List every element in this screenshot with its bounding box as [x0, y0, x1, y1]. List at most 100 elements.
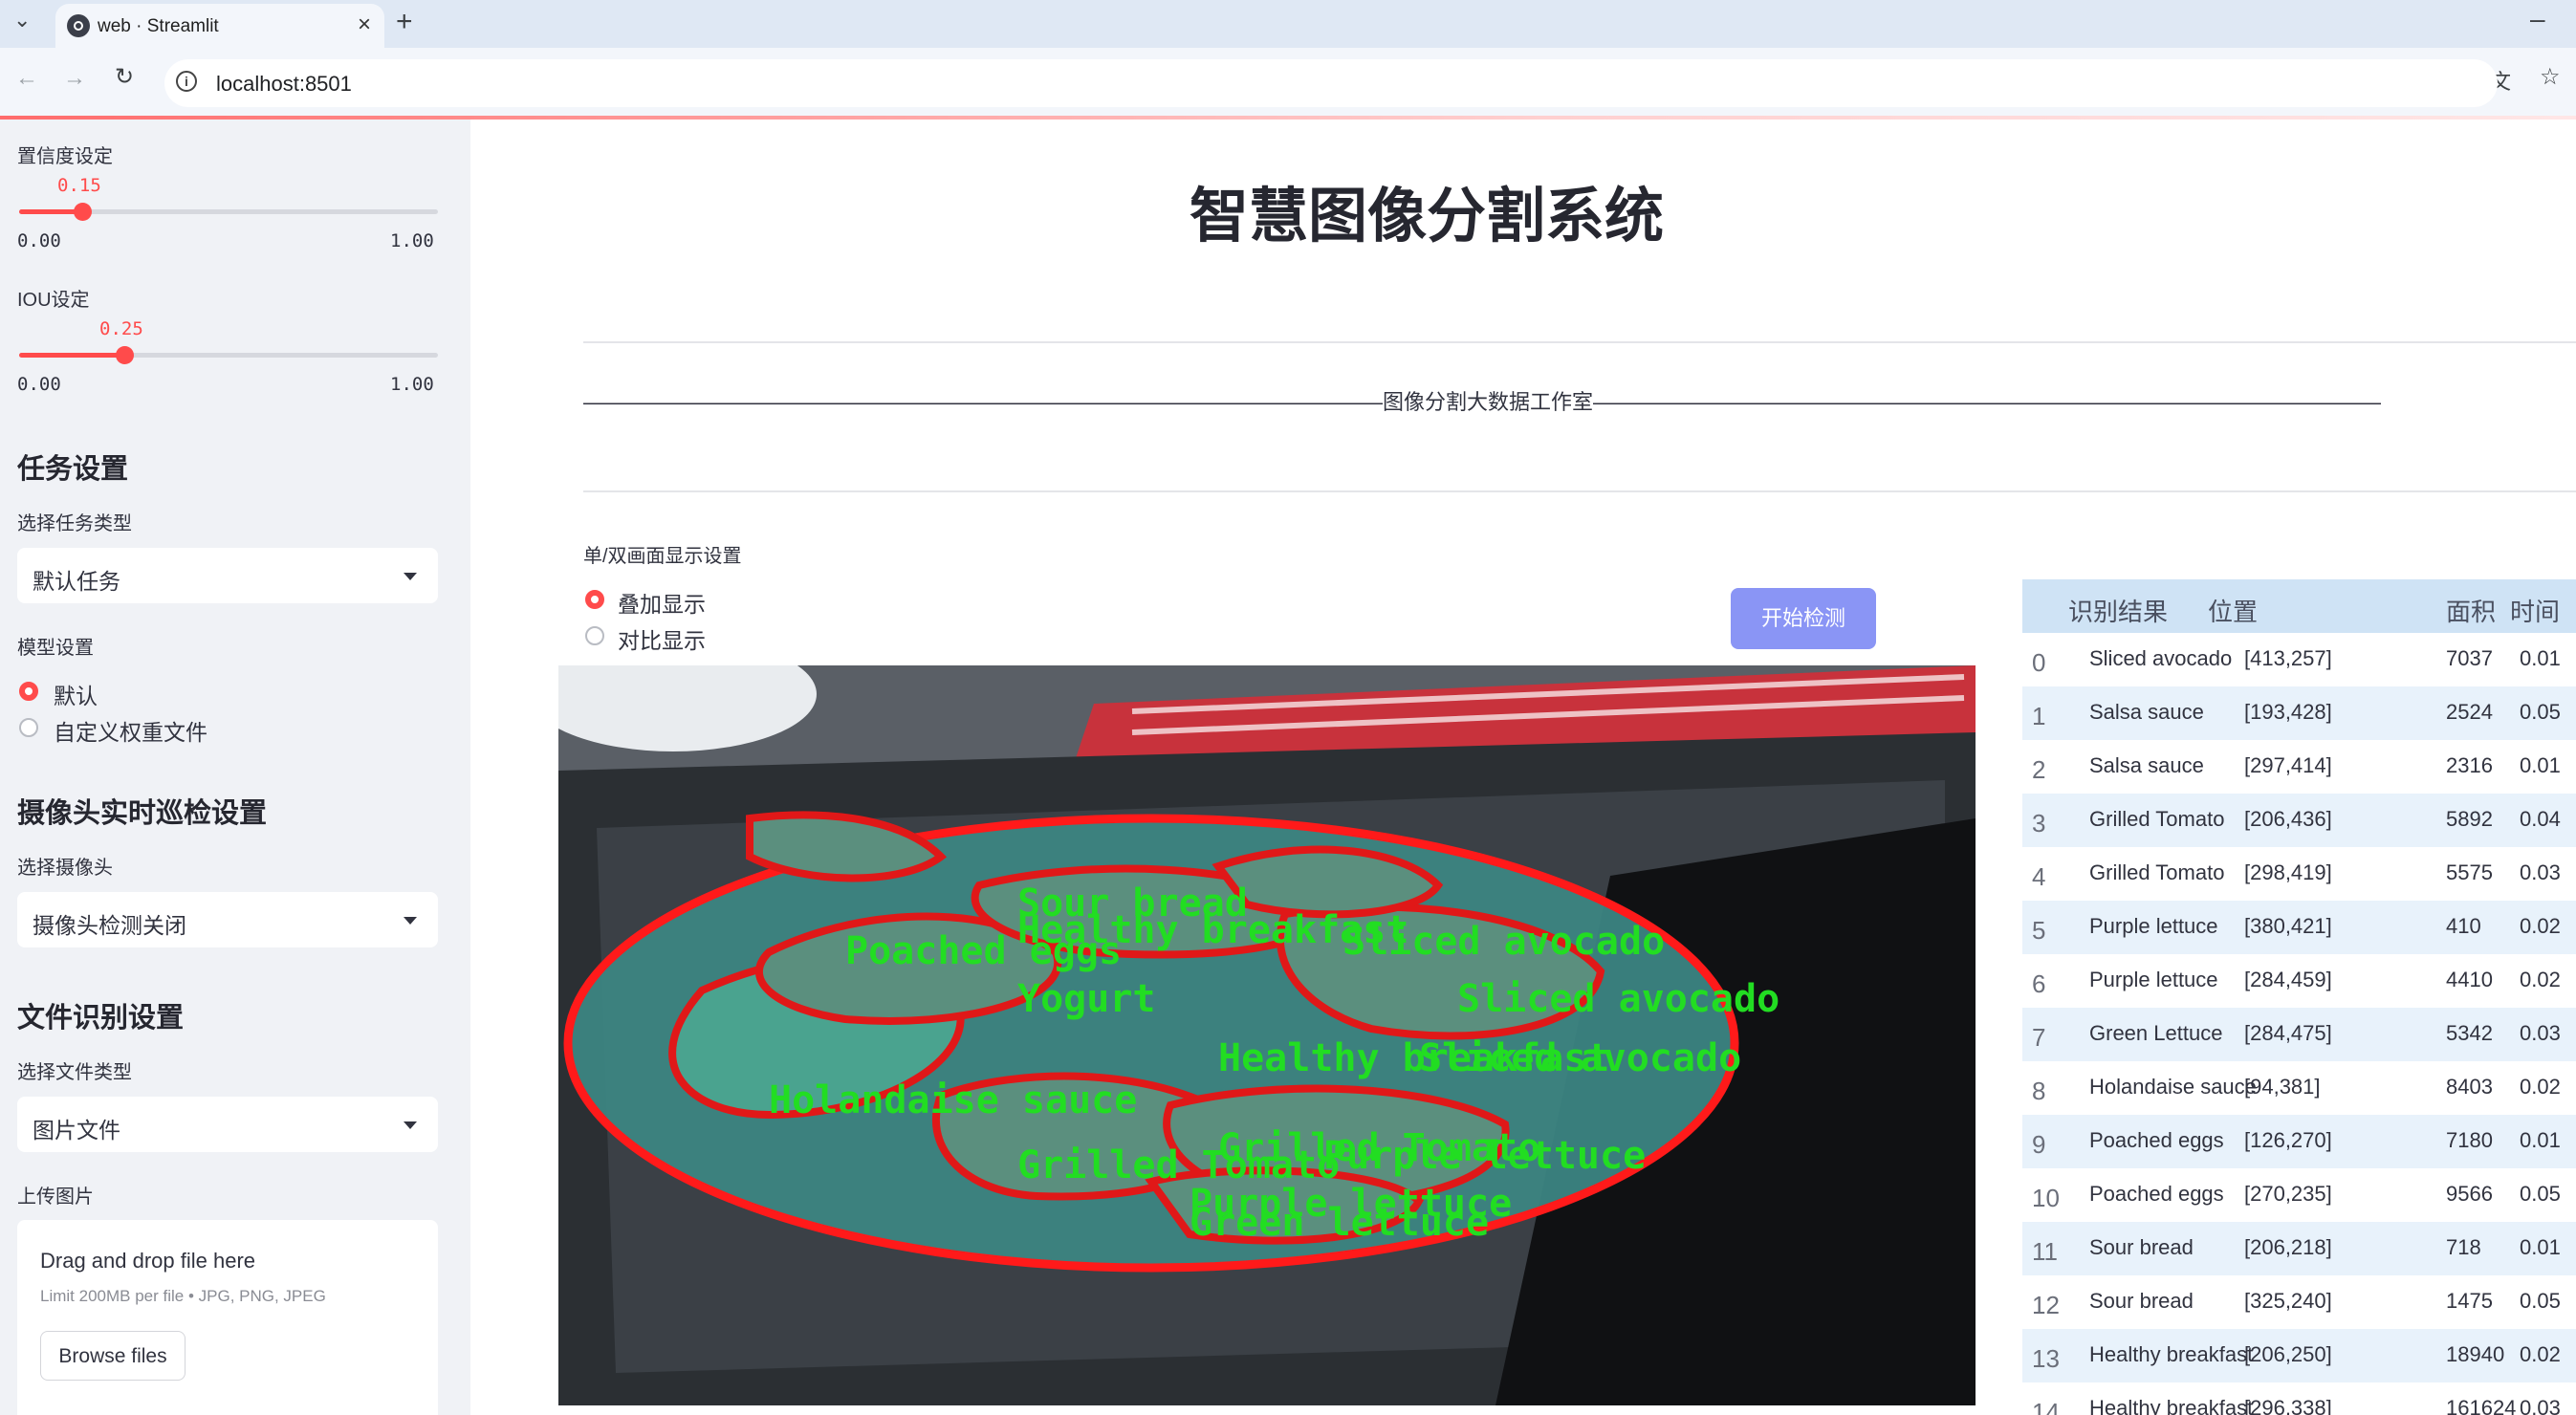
table-row[interactable]: 11 Sour bread [206,218] 718 0.01 [2022, 1222, 2576, 1275]
iou-value: 0.25 [99, 318, 143, 339]
overlay-label: Holandaise sauce [769, 1078, 1137, 1122]
row-index: 3 [2032, 809, 2046, 838]
row-index: 4 [2032, 862, 2046, 891]
row-index: 13 [2032, 1344, 2060, 1373]
table-row[interactable]: 13 Healthy breakfast [206,250] 18940 0.02 [2022, 1329, 2576, 1382]
table-row[interactable]: 4 Grilled Tomato [298,419] 5575 0.03 [2022, 847, 2576, 901]
camera-select-label: 选择摄像头 [17, 858, 113, 879]
cell-result: Healthy breakfast [2089, 1396, 2254, 1415]
cell-time: 0.05 [2520, 1182, 2561, 1206]
table-row[interactable]: 8 Holandaise sauce [94,381] 8403 0.02 [2022, 1061, 2576, 1115]
new-tab-icon[interactable]: + [396, 6, 413, 38]
row-index: 0 [2032, 648, 2046, 677]
row-index: 2 [2032, 755, 2046, 784]
camera-select-value: 摄像头检测关闭 [33, 913, 186, 938]
iou-slider[interactable] [19, 346, 438, 364]
table-row[interactable]: 14 Healthy breakfast [296,338] 161624 0.03 [2022, 1382, 2576, 1415]
cell-result: Salsa sauce [2089, 700, 2204, 724]
cell-time: 0.01 [2520, 1128, 2561, 1152]
address-bar[interactable]: i localhost:8501 [164, 59, 2498, 107]
overlay-display-label[interactable]: 叠加显示 [618, 586, 706, 619]
cell-position: [206,250] [2244, 1342, 2332, 1366]
tab-list-chevron-icon[interactable]: ⌄ [13, 8, 31, 33]
header-position[interactable]: 位置 [2208, 593, 2258, 628]
table-row[interactable]: 7 Green Lettuce [284,475] 5342 0.03 [2022, 1008, 2576, 1061]
display-mode-label: 单/双画面显示设置 [583, 546, 742, 567]
cell-area: 2316 [2446, 753, 2493, 777]
cell-position: [284,475] [2244, 1021, 2332, 1045]
chevron-down-icon [404, 1121, 417, 1129]
streamlit-favicon-icon [67, 14, 90, 37]
overlay-label: Purple lettuce [1323, 1134, 1646, 1178]
cell-position: [94,381] [2244, 1075, 2321, 1099]
cell-area: 2524 [2446, 700, 2493, 724]
table-row[interactable]: 1 Salsa sauce [193,428] 2524 0.05 [2022, 686, 2576, 740]
file-type-label: 选择文件类型 [17, 1062, 132, 1083]
cell-area: 5342 [2446, 1021, 2493, 1045]
overlay-label: Green lettuce [1190, 1201, 1489, 1245]
header-area[interactable]: 面积 [2446, 593, 2496, 628]
cell-result: Green Lettuce [2089, 1021, 2223, 1045]
overlay-display-radio[interactable] [585, 590, 604, 609]
bookmark-star-icon[interactable]: ☆ [2540, 63, 2561, 91]
site-info-icon[interactable]: i [176, 71, 197, 92]
task-type-select[interactable]: 默认任务 [17, 548, 438, 603]
cell-position: [413,257] [2244, 646, 2332, 670]
overlay-label: Sliced avocado [1457, 977, 1779, 1021]
cell-time: 0.02 [2520, 1075, 2561, 1099]
cell-result: Poached eggs [2089, 1128, 2224, 1152]
model-custom-label[interactable]: 自定义权重文件 [54, 714, 207, 747]
chevron-down-icon [404, 573, 417, 580]
compare-display-label[interactable]: 对比显示 [618, 622, 706, 655]
model-settings-label: 模型设置 [17, 638, 94, 659]
overlay-label: Poached eggs [845, 929, 1122, 973]
iou-slider-thumb[interactable] [115, 346, 134, 364]
row-index: 5 [2032, 916, 2046, 945]
confidence-label: 置信度设定 [17, 146, 113, 167]
browser-tab[interactable]: web · Streamlit × [55, 4, 384, 48]
table-row[interactable]: 6 Purple lettuce [284,459] 4410 0.02 [2022, 954, 2576, 1008]
file-dropzone[interactable]: Drag and drop file here Limit 200MB per … [17, 1220, 438, 1415]
table-row[interactable]: 5 Purple lettuce [380,421] 410 0.02 [2022, 901, 2576, 954]
model-custom-radio[interactable] [19, 718, 38, 737]
table-row[interactable]: 0 Sliced avocado [413,257] 7037 0.01 [2022, 633, 2576, 686]
studio-banner: ——————————————————————————————————————图像… [583, 390, 2381, 414]
row-index: 6 [2032, 969, 2046, 998]
tab-close-icon[interactable]: × [358, 11, 371, 38]
back-arrow-icon[interactable]: ← [15, 65, 38, 92]
cell-result: Grilled Tomato [2089, 860, 2225, 884]
start-detection-button[interactable]: 开始检测 [1731, 588, 1876, 649]
forward-arrow-icon[interactable]: → [63, 65, 86, 92]
header-time[interactable]: 时间 [2510, 593, 2560, 628]
table-row[interactable]: 10 Poached eggs [270,235] 9566 0.05 [2022, 1168, 2576, 1222]
camera-settings-heading: 摄像头实时巡检设置 [17, 798, 268, 829]
detection-result-image: Sour bread Healthy breakfast Sliced avocad… [558, 665, 1976, 1405]
confidence-slider[interactable] [19, 203, 438, 221]
table-row[interactable]: 2 Salsa sauce [297,414] 2316 0.01 [2022, 740, 2576, 794]
table-row[interactable]: 12 Sour bread [325,240] 1475 0.05 [2022, 1275, 2576, 1329]
header-result[interactable]: 识别结果 [2068, 593, 2168, 628]
cell-time: 0.01 [2520, 646, 2561, 670]
browse-files-button[interactable]: Browse files [40, 1331, 186, 1381]
cell-position: [380,421] [2244, 914, 2332, 938]
model-default-label[interactable]: 默认 [54, 678, 98, 710]
results-table[interactable]: 识别结果 位置 面积 时间 0 Sliced avocado [413,257] 70… [2022, 579, 2576, 1415]
camera-select[interactable]: 摄像头检测关闭 [17, 892, 438, 947]
file-type-select[interactable]: 图片文件 [17, 1097, 438, 1152]
table-row[interactable]: 9 Poached eggs [126,270] 7180 0.01 [2022, 1115, 2576, 1168]
cell-result: Poached eggs [2089, 1182, 2224, 1206]
confidence-slider-thumb[interactable] [73, 203, 92, 221]
cell-result: Sour bread [2089, 1235, 2194, 1259]
model-default-radio[interactable] [19, 682, 38, 701]
cell-position: [206,218] [2244, 1235, 2332, 1259]
cell-time: 0.01 [2520, 1235, 2561, 1259]
cell-position: [126,270] [2244, 1128, 2332, 1152]
cell-area: 4410 [2446, 968, 2493, 991]
confidence-min: 0.00 [17, 230, 61, 251]
confidence-value: 0.15 [57, 175, 101, 196]
minimize-window-icon[interactable]: – [2530, 4, 2545, 34]
file-settings-heading: 文件识别设置 [17, 1003, 185, 1034]
table-row[interactable]: 3 Grilled Tomato [206,436] 5892 0.04 [2022, 794, 2576, 847]
reload-icon[interactable]: ↻ [115, 63, 134, 91]
compare-display-radio[interactable] [585, 626, 604, 645]
